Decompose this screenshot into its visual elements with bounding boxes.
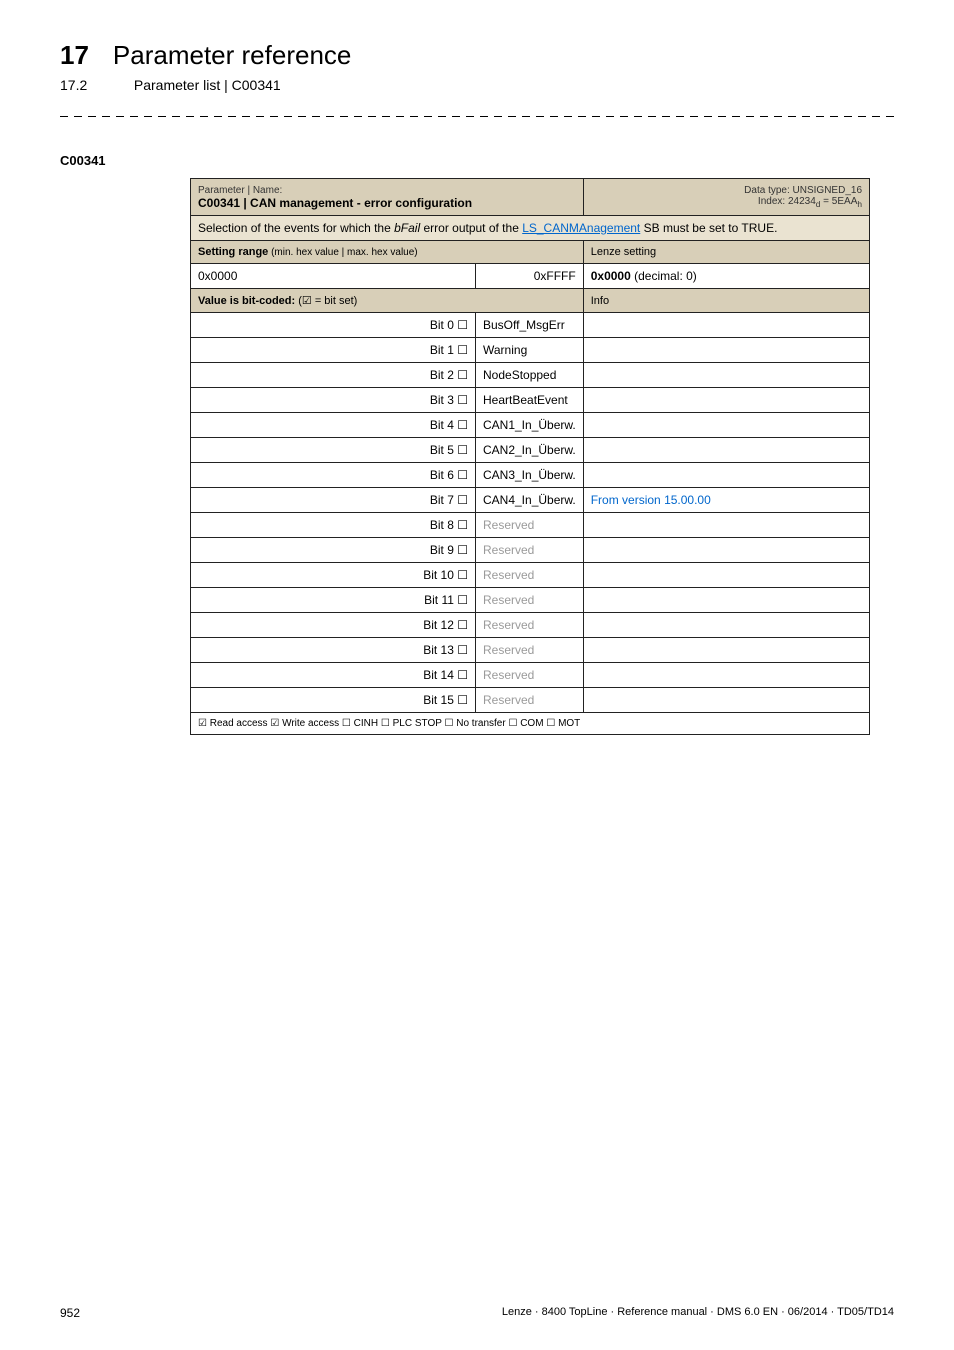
- footer-meta: Lenze · 8400 TopLine · Reference manual …: [502, 1306, 894, 1320]
- bit-name: CAN1_In_Überw.: [476, 413, 584, 438]
- bit-name: Reserved: [476, 588, 584, 613]
- bit-info: [583, 513, 869, 538]
- bit-label: Bit 4 ☐: [191, 413, 476, 438]
- bit-info: [583, 438, 869, 463]
- bit-name: CAN4_In_Überw.: [476, 488, 584, 513]
- bit-label: Bit 7 ☐: [191, 488, 476, 513]
- bit-name: Reserved: [476, 563, 584, 588]
- bit-info: [583, 313, 869, 338]
- parameter-name-cell: Parameter | Name: C00341 | CAN managemen…: [191, 179, 584, 216]
- page-header: 17 Parameter reference 17.2 Parameter li…: [60, 40, 894, 93]
- bit-label: Bit 12 ☐: [191, 613, 476, 638]
- bit-info: [583, 388, 869, 413]
- datatype-label: Data type: UNSIGNED_16: [744, 185, 862, 196]
- bit-name: CAN2_In_Überw.: [476, 438, 584, 463]
- bit-name: Warning: [476, 338, 584, 363]
- default-value: 0x0000 (decimal: 0): [583, 264, 869, 289]
- parameter-table: Parameter | Name: C00341 | CAN managemen…: [190, 178, 870, 735]
- bit-label: Bit 15 ☐: [191, 688, 476, 713]
- bit-info: [583, 638, 869, 663]
- bit-name: NodeStopped: [476, 363, 584, 388]
- section-number: 17.2: [60, 77, 130, 93]
- range-min: 0x0000: [191, 264, 476, 289]
- page-number: 952: [60, 1306, 80, 1320]
- access-flags: ☑ Read access ☑ Write access ☐ CINH ☐ PL…: [191, 713, 870, 735]
- bit-label: Bit 0 ☐: [191, 313, 476, 338]
- divider: [60, 111, 894, 123]
- bit-name: HeartBeatEvent: [476, 388, 584, 413]
- bit-name: Reserved: [476, 538, 584, 563]
- version-link[interactable]: From version 15.00.00: [583, 488, 869, 513]
- bitcoded-header: Value is bit-coded: (☑ = bit set): [191, 289, 584, 313]
- bit-label: Bit 1 ☐: [191, 338, 476, 363]
- bit-info: [583, 538, 869, 563]
- bit-name: BusOff_MsgErr: [476, 313, 584, 338]
- bit-name: Reserved: [476, 638, 584, 663]
- bit-label: Bit 2 ☐: [191, 363, 476, 388]
- bit-label: Bit 9 ☐: [191, 538, 476, 563]
- bit-label: Bit 3 ☐: [191, 388, 476, 413]
- bit-name: Reserved: [476, 513, 584, 538]
- bit-info: [583, 363, 869, 388]
- setting-range-header: Setting range (min. hex value | max. hex…: [191, 241, 584, 264]
- bit-info: [583, 688, 869, 713]
- chapter-title: Parameter reference: [113, 40, 351, 71]
- bit-label: Bit 5 ☐: [191, 438, 476, 463]
- parameter-title: C00341 | CAN management - error configur…: [198, 196, 472, 210]
- range-max: 0xFFFF: [476, 264, 584, 289]
- bit-info: [583, 588, 869, 613]
- bit-label: Bit 10 ☐: [191, 563, 476, 588]
- bit-label: Bit 13 ☐: [191, 638, 476, 663]
- bit-label: Bit 11 ☐: [191, 588, 476, 613]
- bit-label: Bit 6 ☐: [191, 463, 476, 488]
- bit-info: [583, 563, 869, 588]
- parameter-meta-cell: Data type: UNSIGNED_16 Index: 24234d = 5…: [583, 179, 869, 216]
- bit-info: [583, 413, 869, 438]
- chapter-number: 17: [60, 40, 89, 71]
- info-header: Info: [583, 289, 869, 313]
- index-label: Index: 24234d = 5EAAh: [758, 196, 862, 207]
- parameter-code-heading: C00341: [60, 153, 894, 168]
- bit-name: CAN3_In_Überw.: [476, 463, 584, 488]
- lenze-setting-header: Lenze setting: [583, 241, 869, 264]
- parameter-description: Selection of the events for which the bF…: [191, 216, 870, 241]
- bit-name: Reserved: [476, 688, 584, 713]
- bit-info: [583, 338, 869, 363]
- parameter-name-label: Parameter | Name:: [198, 185, 282, 196]
- ls-canmanagement-link[interactable]: LS_CANMAnagement: [522, 221, 640, 235]
- bit-name: Reserved: [476, 613, 584, 638]
- bit-label: Bit 14 ☐: [191, 663, 476, 688]
- bit-label: Bit 8 ☐: [191, 513, 476, 538]
- page-footer: 952 Lenze · 8400 TopLine · Reference man…: [60, 1306, 894, 1320]
- bit-info: [583, 613, 869, 638]
- bit-info: [583, 663, 869, 688]
- section-title: Parameter list | C00341: [134, 77, 281, 93]
- bit-info: [583, 463, 869, 488]
- bit-name: Reserved: [476, 663, 584, 688]
